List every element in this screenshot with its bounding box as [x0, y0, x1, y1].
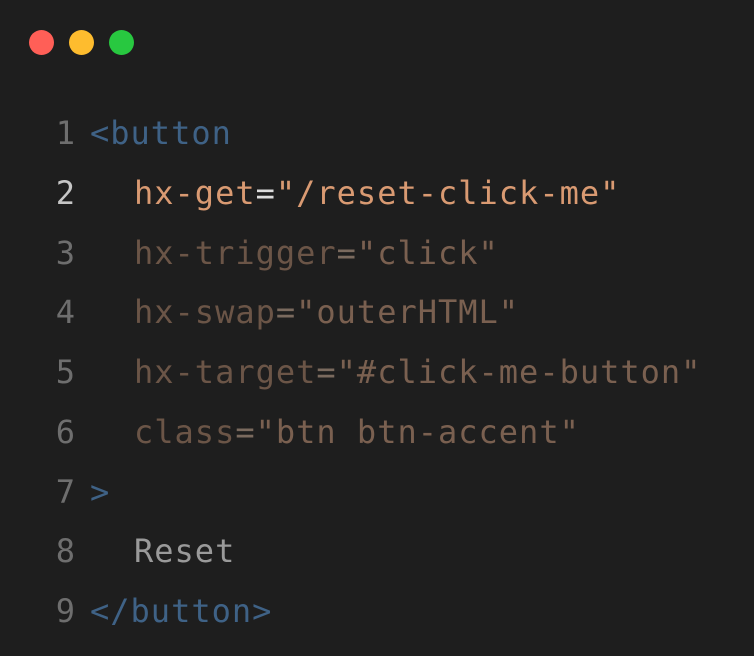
- line-number: 4: [55, 293, 76, 332]
- line-number: 2: [55, 173, 76, 212]
- code-token-tag: >: [90, 472, 111, 511]
- code-editor[interactable]: 1 <button 2 hx-get="/reset-click-me" 3 hx-tri…: [0, 104, 754, 642]
- code-line[interactable]: 5 hx-target="#click-me-button": [0, 343, 754, 403]
- line-content: <button: [90, 104, 232, 164]
- code-line[interactable]: 8 Reset: [0, 522, 754, 582]
- code-token-punct: =: [255, 173, 276, 212]
- code-line[interactable]: 6 class="btn btn-accent": [0, 403, 754, 463]
- line-number: 3: [55, 233, 76, 272]
- code-token-text: Reset: [134, 532, 236, 571]
- line-content: >: [90, 463, 110, 523]
- line-number: 8: [55, 532, 76, 571]
- code-line[interactable]: 9 </button>: [0, 582, 754, 642]
- code-line[interactable]: 3 hx-trigger="click": [0, 224, 754, 284]
- code-token-string: "/reset-click-me": [275, 173, 621, 212]
- code-token-attr: hx-trigger: [134, 233, 337, 272]
- line-number: 7: [55, 472, 76, 511]
- line-number: 9: [55, 592, 76, 630]
- code-token-string: "btn btn-accent": [255, 412, 580, 451]
- code-line[interactable]: 4 hx-swap="outerHTML": [0, 283, 754, 343]
- code-window: 1 <button 2 hx-get="/reset-click-me" 3 hx-tri…: [0, 0, 754, 656]
- code-token-punct: =: [336, 233, 357, 272]
- line-content: hx-trigger="click": [90, 224, 499, 284]
- line-number: 5: [55, 353, 76, 391]
- code-token-attr: hx-swap: [134, 293, 276, 332]
- window-titlebar: [0, 0, 754, 84]
- line-number: 1: [55, 114, 76, 152]
- code-line[interactable]: 1 <button: [0, 104, 754, 164]
- code-line[interactable]: 2 hx-get="/reset-click-me": [0, 164, 754, 224]
- line-content: hx-get="/reset-click-me": [90, 164, 620, 224]
- close-window-button[interactable]: [29, 30, 54, 55]
- code-token-attr: hx-target: [134, 353, 317, 391]
- code-token-attr: hx-get: [134, 173, 256, 212]
- code-token-tag: <button: [90, 114, 232, 152]
- code-token-tag: </button>: [90, 592, 273, 630]
- code-token-punct: =: [275, 293, 297, 332]
- code-token-string: "click": [356, 233, 499, 272]
- line-number: 6: [55, 412, 76, 451]
- code-token-string: "#click-me-button": [336, 353, 702, 391]
- minimize-window-button[interactable]: [69, 30, 94, 55]
- maximize-window-button[interactable]: [109, 30, 134, 55]
- line-content: Reset: [90, 522, 235, 582]
- line-content: class="btn btn-accent": [90, 403, 580, 463]
- code-line[interactable]: 7 >: [0, 463, 754, 523]
- code-token-attr: class: [134, 412, 236, 451]
- code-token-string: "outerHTML": [296, 293, 520, 332]
- line-content: hx-swap="outerHTML": [90, 283, 519, 343]
- line-content: hx-target="#click-me-button": [90, 343, 701, 403]
- code-token-punct: =: [316, 353, 337, 391]
- code-token-punct: =: [235, 412, 256, 451]
- line-content: </button>: [90, 582, 272, 642]
